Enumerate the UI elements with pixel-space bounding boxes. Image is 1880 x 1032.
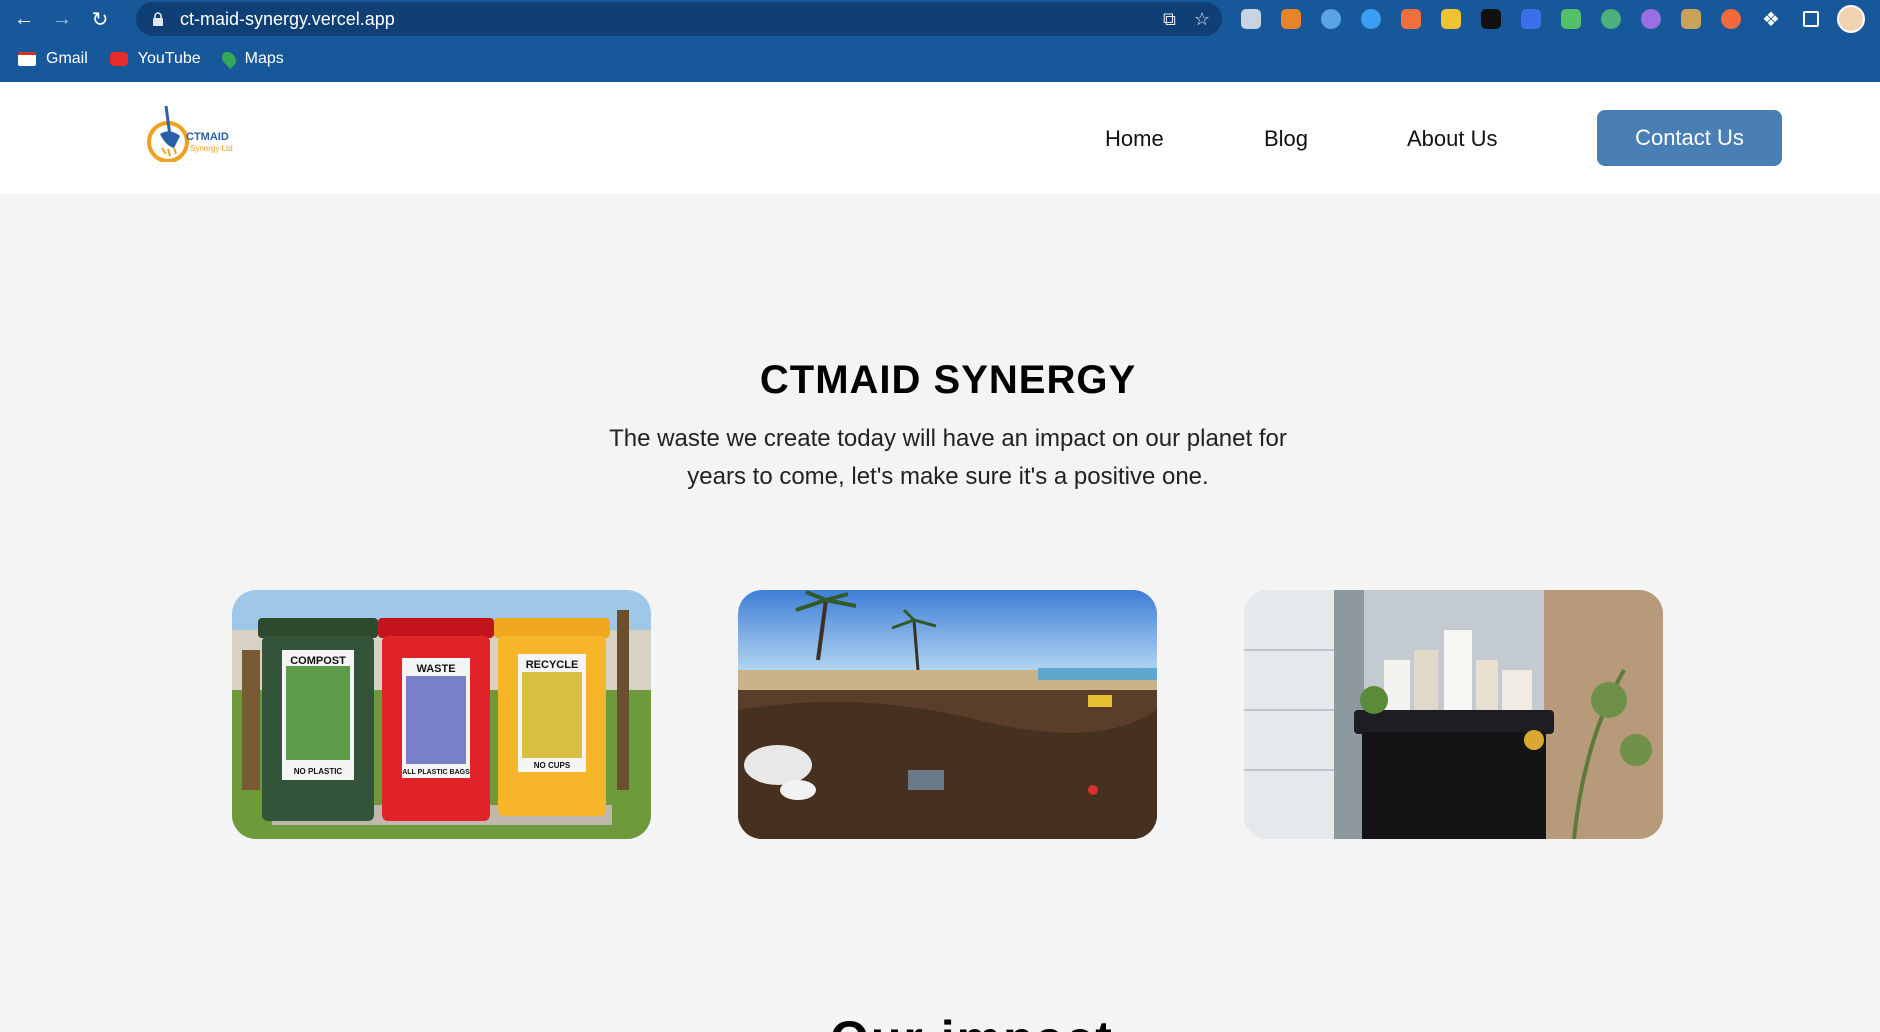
lock-icon (152, 12, 166, 26)
bookmark-star-icon[interactable]: ☆ (1194, 9, 1210, 30)
profile-avatar[interactable] (1836, 4, 1866, 34)
nav-blog[interactable]: Blog (1264, 126, 1308, 152)
forward-arrow-icon[interactable]: → (48, 5, 76, 33)
k-extension-icon[interactable] (1516, 4, 1546, 34)
maps-icon (218, 49, 239, 69)
recycling-bins-image: COMPOST NO PLASTIC WASTE ALL PLASTIC BAG… (232, 590, 651, 839)
tag-extension-icon[interactable] (1676, 4, 1706, 34)
polluted-beach-image (738, 590, 1157, 839)
nav-home[interactable]: Home (1105, 126, 1164, 152)
bookmarks-bar: Gmail YouTube Maps (0, 44, 288, 74)
reload-icon[interactable]: ↻ (86, 5, 114, 33)
contact-us-button[interactable]: Contact Us (1597, 110, 1782, 166)
bookmark-label: Gmail (46, 50, 88, 67)
metamask-extension-icon[interactable] (1276, 4, 1306, 34)
key-extension-icon[interactable] (1436, 4, 1466, 34)
compost-bin-sublabel: NO PLASTIC (294, 767, 343, 776)
svg-text:CTMAID: CTMAID (186, 131, 229, 143)
gmail-icon (18, 52, 36, 66)
nav-about-us[interactable]: About Us (1407, 126, 1498, 152)
side-panel-icon[interactable] (1796, 4, 1826, 34)
recycle-bin-sublabel: NO CUPS (534, 761, 571, 770)
hero-title: CTMAID SYNERGY (759, 358, 1137, 402)
compost-bin-label: COMPOST (290, 655, 346, 667)
v-extension-icon[interactable] (1596, 4, 1626, 34)
camera-extension-icon[interactable] (1236, 4, 1266, 34)
drop-extension-icon[interactable] (1316, 4, 1346, 34)
site-header: CTMAID Synergy Ltd Home Blog About Us Co… (0, 82, 1880, 194)
purple-extension-icon[interactable] (1636, 4, 1666, 34)
url-text: ct-maid-synergy.vercel.app (180, 8, 395, 29)
hero-subtitle: The waste we create today will have an i… (609, 425, 1287, 490)
bookmark-youtube[interactable]: YouTube (109, 50, 201, 68)
waste-bin-sublabel: ALL PLASTIC BAGS (402, 769, 470, 776)
address-bar[interactable]: ct-maid-synergy.vercel.app ⧉ ☆ (136, 2, 1222, 36)
wave-extension-icon[interactable] (1356, 4, 1386, 34)
extensions-area: ❖ (1236, 4, 1866, 34)
arrow-extension-icon[interactable] (1396, 4, 1426, 34)
youtube-icon (109, 52, 128, 66)
spark-extension-icon[interactable] (1716, 4, 1746, 34)
svg-text:Synergy Ltd: Synergy Ltd (190, 144, 233, 153)
slack-extension-icon[interactable] (1476, 4, 1506, 34)
bookmark-gmail[interactable]: Gmail (18, 50, 88, 68)
bookmark-maps[interactable]: Maps (218, 49, 284, 69)
share-icon[interactable]: ⧉ (1163, 9, 1176, 30)
overflowing-trash-bin-image (1244, 590, 1663, 839)
bookmark-label: YouTube (137, 50, 201, 67)
back-arrow-icon[interactable]: ← (10, 5, 38, 33)
frog-extension-icon[interactable] (1556, 4, 1586, 34)
waste-bin-label: WASTE (416, 663, 455, 675)
browser-toolbar: ← → ↻ ct-maid-synergy.vercel.app ⧉ ☆ ❖ G… (0, 0, 1880, 82)
bookmark-label: Maps (244, 50, 284, 67)
ctmaid-logo[interactable]: CTMAID Synergy Ltd (144, 96, 254, 163)
recycle-bin-label: RECYCLE (526, 659, 579, 671)
next-section-heading: Our impact (830, 1010, 1114, 1032)
puzzle-extensions-icon[interactable]: ❖ (1756, 4, 1786, 34)
